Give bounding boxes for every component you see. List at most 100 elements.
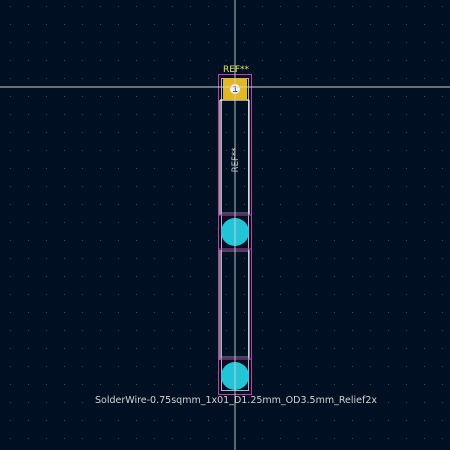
grid-dot xyxy=(136,348,137,349)
grid-dot xyxy=(370,96,371,97)
grid-dot xyxy=(10,222,11,223)
grid-dot xyxy=(136,114,137,115)
grid-dot xyxy=(208,384,209,385)
grid-dot xyxy=(190,384,191,385)
grid-dot xyxy=(226,168,227,169)
grid-dot xyxy=(100,240,101,241)
grid-dot xyxy=(172,312,173,313)
grid-dot xyxy=(172,132,173,133)
grid-dot xyxy=(172,438,173,439)
grid-dot xyxy=(352,348,353,349)
fab-reference-label[interactable]: REF** xyxy=(231,148,241,173)
grid-dot xyxy=(154,114,155,115)
grid-dot xyxy=(262,168,263,169)
grid-dot xyxy=(82,222,83,223)
grid-dot xyxy=(316,204,317,205)
grid-dot xyxy=(298,42,299,43)
grid-dot xyxy=(352,258,353,259)
reference-label[interactable]: REF** xyxy=(223,65,250,75)
grid-dot xyxy=(388,366,389,367)
grid-dot xyxy=(352,60,353,61)
grid-dot xyxy=(64,204,65,205)
grid-dot xyxy=(100,366,101,367)
grid-dot xyxy=(100,6,101,7)
grid-dot xyxy=(388,78,389,79)
grid-dot xyxy=(100,222,101,223)
grid-dot xyxy=(334,330,335,331)
grid-dot xyxy=(334,42,335,43)
pcb-editor-canvas[interactable]: 1 REF** REF** SolderWire-0.75sqmm_1x01_D… xyxy=(0,0,450,450)
grid-dot xyxy=(28,348,29,349)
grid-dot xyxy=(244,114,245,115)
grid-dot xyxy=(388,402,389,403)
grid-dot xyxy=(226,132,227,133)
grid-dot xyxy=(298,420,299,421)
grid-dot xyxy=(118,312,119,313)
grid-dot xyxy=(280,384,281,385)
grid-dot xyxy=(10,366,11,367)
grid-dot xyxy=(352,96,353,97)
grid-dot xyxy=(316,348,317,349)
grid-dot xyxy=(316,294,317,295)
grid-dot xyxy=(154,420,155,421)
grid-dot xyxy=(298,276,299,277)
grid-dot xyxy=(442,312,443,313)
grid-dot xyxy=(82,348,83,349)
grid-dot xyxy=(172,186,173,187)
grid-dot xyxy=(334,384,335,385)
grid-dot xyxy=(64,384,65,385)
grid-dot xyxy=(280,132,281,133)
grid-dot xyxy=(208,42,209,43)
grid-dot xyxy=(442,78,443,79)
grid-dot xyxy=(28,6,29,7)
grid-dot xyxy=(28,240,29,241)
grid-dot xyxy=(370,420,371,421)
grid-dot xyxy=(442,42,443,43)
grid-dot xyxy=(64,150,65,151)
grid-dot xyxy=(352,132,353,133)
grid-dot xyxy=(334,204,335,205)
grid-dot xyxy=(226,150,227,151)
grid-dot xyxy=(280,222,281,223)
grid-dot xyxy=(136,222,137,223)
grid-dot xyxy=(388,420,389,421)
grid-dot xyxy=(46,42,47,43)
grid-dot xyxy=(46,60,47,61)
grid-dot xyxy=(352,42,353,43)
grid-dot xyxy=(226,276,227,277)
value-label[interactable]: SolderWire-0.75sqmm_1x01_D1.25mm_OD3.5mm… xyxy=(95,395,377,406)
grid-dot xyxy=(280,276,281,277)
grid-dot xyxy=(334,258,335,259)
grid-dot xyxy=(280,240,281,241)
grid-dot xyxy=(424,258,425,259)
grid-dot xyxy=(244,348,245,349)
grid-dot xyxy=(424,6,425,7)
grid-dot xyxy=(28,294,29,295)
grid-dot xyxy=(352,114,353,115)
grid-dot xyxy=(280,330,281,331)
grid-dot xyxy=(82,402,83,403)
grid-dot xyxy=(424,168,425,169)
grid-dot xyxy=(10,348,11,349)
grid-dot xyxy=(64,168,65,169)
grid-dot xyxy=(280,168,281,169)
grid-dot xyxy=(226,186,227,187)
grid-dot xyxy=(226,438,227,439)
grid-dot xyxy=(352,222,353,223)
grid-dot xyxy=(100,96,101,97)
grid-dot xyxy=(316,240,317,241)
grid-dot xyxy=(424,150,425,151)
grid-dot xyxy=(28,330,29,331)
grid-dot xyxy=(298,294,299,295)
grid-dot xyxy=(424,114,425,115)
grid-dot xyxy=(100,42,101,43)
grid-dot xyxy=(424,240,425,241)
grid-dot xyxy=(190,366,191,367)
grid-dot xyxy=(190,240,191,241)
grid-dot xyxy=(10,402,11,403)
grid-dot xyxy=(64,402,65,403)
grid-dot xyxy=(370,60,371,61)
grid-dot xyxy=(316,384,317,385)
grid-dot xyxy=(424,312,425,313)
grid-dot xyxy=(352,150,353,151)
